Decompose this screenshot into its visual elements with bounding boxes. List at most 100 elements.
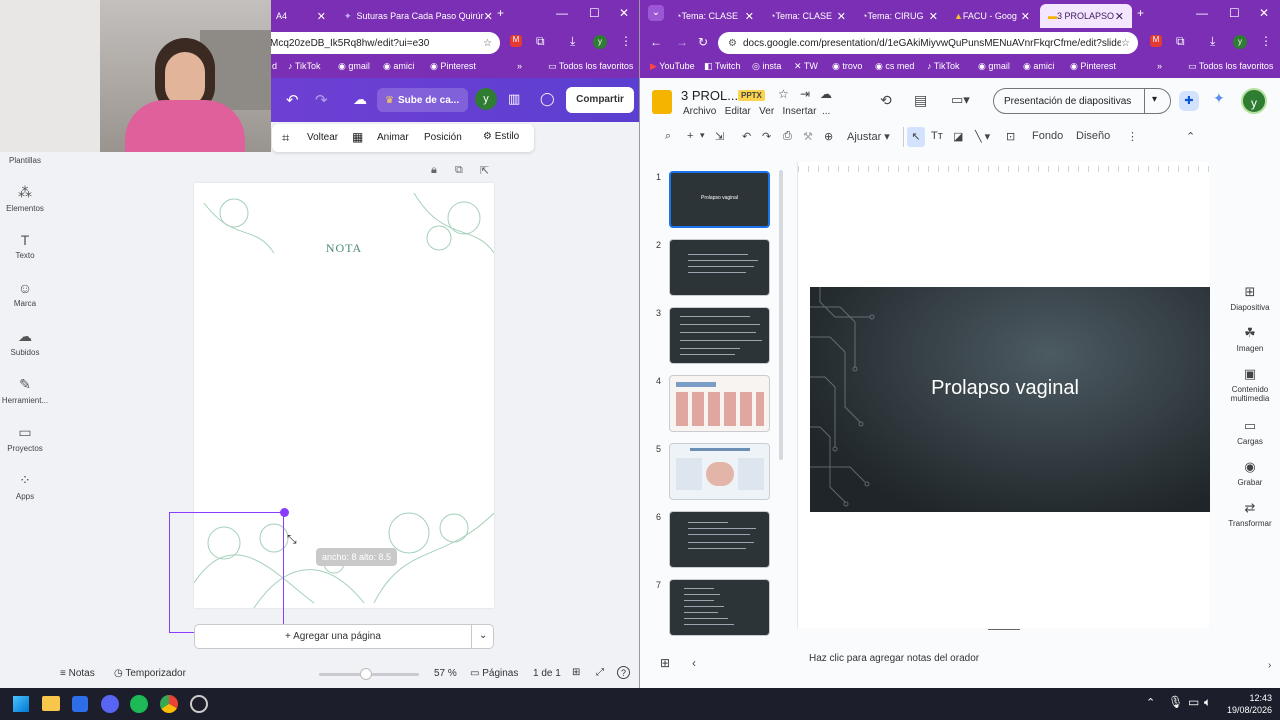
design-title-button[interactable]: ♛ Sube de ca... <box>377 88 468 112</box>
timer-button[interactable]: ◷ Temporizador <box>114 668 186 679</box>
start-button-icon[interactable] <box>13 696 29 712</box>
selection-box[interactable] <box>169 512 284 633</box>
side-brand[interactable]: ☺ Marca <box>0 280 50 308</box>
main-slide[interactable]: Prolapso vaginal <box>810 287 1210 512</box>
clock[interactable]: 12:43 19/08/2026 <box>1222 692 1272 716</box>
gemini-icon[interactable]: ✦ <box>1213 90 1225 107</box>
bookmarks-folder[interactable]: ▭ Todos los favoritos <box>548 61 633 72</box>
pages-button[interactable]: ▭ Páginas <box>470 668 518 679</box>
zoom-icon[interactable]: ⊕ <box>824 130 833 143</box>
maximize-icon[interactable]: ☐ <box>589 6 600 20</box>
side-media[interactable]: ▣ Contenido multimedia <box>1222 366 1278 403</box>
crop-icon[interactable]: ⌗ <box>282 130 289 146</box>
close-window-icon[interactable]: ✕ <box>619 6 629 20</box>
chevron-down-icon[interactable]: ⌄ <box>479 630 487 641</box>
background-button[interactable]: Fondo <box>1032 130 1063 142</box>
chevron-down-icon[interactable]: ▾ <box>700 130 705 141</box>
layout-button[interactable]: Diseño <box>1076 130 1110 142</box>
slideshow-button[interactable]: Presentación de diapositivas ▾ <box>993 88 1171 114</box>
menu-view[interactable]: Ver <box>759 106 774 117</box>
side-tools[interactable]: ✎ Herramient... <box>0 376 50 405</box>
paint-format-icon[interactable]: ⚒ <box>803 130 813 143</box>
page-heading[interactable]: NOTA <box>194 241 494 256</box>
bookmark-pinterest[interactable]: ◉ Pinterest <box>1070 61 1116 72</box>
puzzle-icon[interactable]: ⧉ <box>1176 34 1185 49</box>
bookmarks-overflow-icon[interactable]: » <box>517 61 522 71</box>
move-icon[interactable]: ⇥ <box>800 87 810 101</box>
close-tab-icon[interactable]: ✕ <box>317 10 326 23</box>
chevron-down-icon[interactable]: ▾ <box>1152 94 1157 105</box>
menu-edit[interactable]: Editar <box>725 106 751 117</box>
filmstrip-scrollbar[interactable] <box>779 170 783 460</box>
store-icon[interactable] <box>72 696 88 712</box>
tab-search-icon[interactable]: ⌄ <box>648 5 664 21</box>
slide-thumbnail[interactable] <box>669 375 770 432</box>
browser-tab[interactable]: ◔ Tema: CLASE ✕ <box>668 4 762 28</box>
more-icon[interactable]: ⋮ <box>620 34 632 48</box>
more-options-icon[interactable]: ⋮ <box>1127 130 1138 143</box>
lock-icon[interactable]: 🔒︎ <box>431 164 437 177</box>
address-input[interactable]: Mcq20zeDB_Ik5Rq8hw/edit?ui=e30 ☆ <box>260 32 500 54</box>
slide-thumbnail[interactable] <box>669 511 770 568</box>
share-button[interactable]: Compartir <box>566 87 634 113</box>
more-icon[interactable]: ⋮ <box>1260 34 1272 48</box>
doc-title[interactable]: 3 PROL... <box>681 88 738 103</box>
close-tab-icon[interactable]: ✕ <box>929 10 938 23</box>
grid-view-icon[interactable]: ⊞ <box>572 667 580 678</box>
bookmark-trovo[interactable]: ◉ trovo <box>832 61 862 72</box>
close-tab-icon[interactable]: ✕ <box>484 10 492 23</box>
canva-avatar[interactable]: y <box>475 88 497 110</box>
side-apps[interactable]: ⁘ Apps <box>0 472 50 501</box>
file-explorer-icon[interactable] <box>42 696 60 711</box>
bookmark-gmail[interactable]: ◉ gmail <box>978 61 1010 72</box>
minimize-icon[interactable]: — <box>556 6 568 20</box>
side-transform[interactable]: ⇄ Transformar <box>1222 500 1278 528</box>
bookmark-youtube[interactable]: ▶ YouTube <box>650 61 695 72</box>
insights-icon[interactable]: ▥ <box>508 91 520 107</box>
bookmarks-folder[interactable]: ▭ Todos los favoritos <box>1188 61 1273 72</box>
close-tab-icon[interactable]: ✕ <box>1021 10 1030 23</box>
bookmark-csmed[interactable]: ◉ cs med <box>875 61 914 72</box>
new-tab-icon[interactable]: + <box>497 6 504 20</box>
menu-more[interactable]: ... <box>822 106 830 117</box>
chrome-icon[interactable] <box>160 695 178 713</box>
bookmarks-overflow-icon[interactable]: » <box>1157 61 1162 71</box>
discord-icon[interactable] <box>101 695 119 713</box>
bookmark-amici[interactable]: ◉ amici <box>383 61 414 72</box>
star-icon[interactable]: ☆ <box>483 38 492 49</box>
share-icon[interactable]: ✚ <box>1179 91 1199 111</box>
back-icon[interactable]: ← <box>650 35 662 49</box>
resize-handle[interactable] <box>280 508 289 517</box>
flip-button[interactable]: Voltear <box>307 132 338 143</box>
download-icon[interactable]: ⤓ <box>1210 34 1215 49</box>
menu-insert[interactable]: Insertar <box>783 106 817 117</box>
browser-tab[interactable]: ✦ Suturas Para Cada Paso Quirúr ✕ <box>336 4 492 28</box>
print-icon[interactable]: ⎙ <box>783 130 792 143</box>
redo-icon[interactable]: ↷ <box>762 130 771 143</box>
address-input[interactable]: ⚙ docs.google.com/presentation/d/1eGAkiMi… <box>718 32 1138 54</box>
slide-title[interactable]: Prolapso vaginal <box>810 377 1200 400</box>
slide-thumbnail[interactable] <box>669 239 770 296</box>
close-tab-icon[interactable]: ✕ <box>745 10 754 23</box>
browser-tab-active[interactable]: ▬ 3 PROLAPSO ✕ <box>1040 4 1132 28</box>
undo-icon[interactable]: ↶ <box>742 130 751 143</box>
slide-thumbnail[interactable] <box>669 443 770 500</box>
minimize-icon[interactable]: — <box>1196 6 1208 20</box>
star-icon[interactable]: ☆ <box>778 87 789 101</box>
add-page-button[interactable]: + Agregar una página ⌄ <box>194 624 494 649</box>
bookmark-tiktok[interactable]: ♪ TikTok <box>288 61 321 71</box>
browser-tab[interactable]: ▲ FACU - Goog ✕ <box>946 4 1038 28</box>
notes-resize-handle[interactable] <box>988 629 1020 630</box>
transparency-icon[interactable]: ▦ <box>352 130 363 144</box>
zoom-value[interactable]: 57 % <box>434 668 457 679</box>
slide-thumbnail[interactable]: Prolapso vaginal <box>669 171 770 228</box>
select-icon[interactable]: ↖ <box>907 127 925 147</box>
network-icon[interactable]: ▭ <box>1188 695 1199 709</box>
bookmark-amici[interactable]: ◉ amici <box>1023 61 1054 72</box>
line-icon[interactable]: ╲ ▾ <box>975 130 990 143</box>
side-projects[interactable]: ▭ Proyectos <box>0 424 50 453</box>
text-box-icon[interactable]: Tт <box>931 130 943 142</box>
expand-panel-icon[interactable]: › <box>1268 660 1271 671</box>
side-add-slide[interactable]: ⊞ Diapositiva <box>1222 284 1278 312</box>
duplicate-icon[interactable]: ⧉ <box>455 164 463 177</box>
